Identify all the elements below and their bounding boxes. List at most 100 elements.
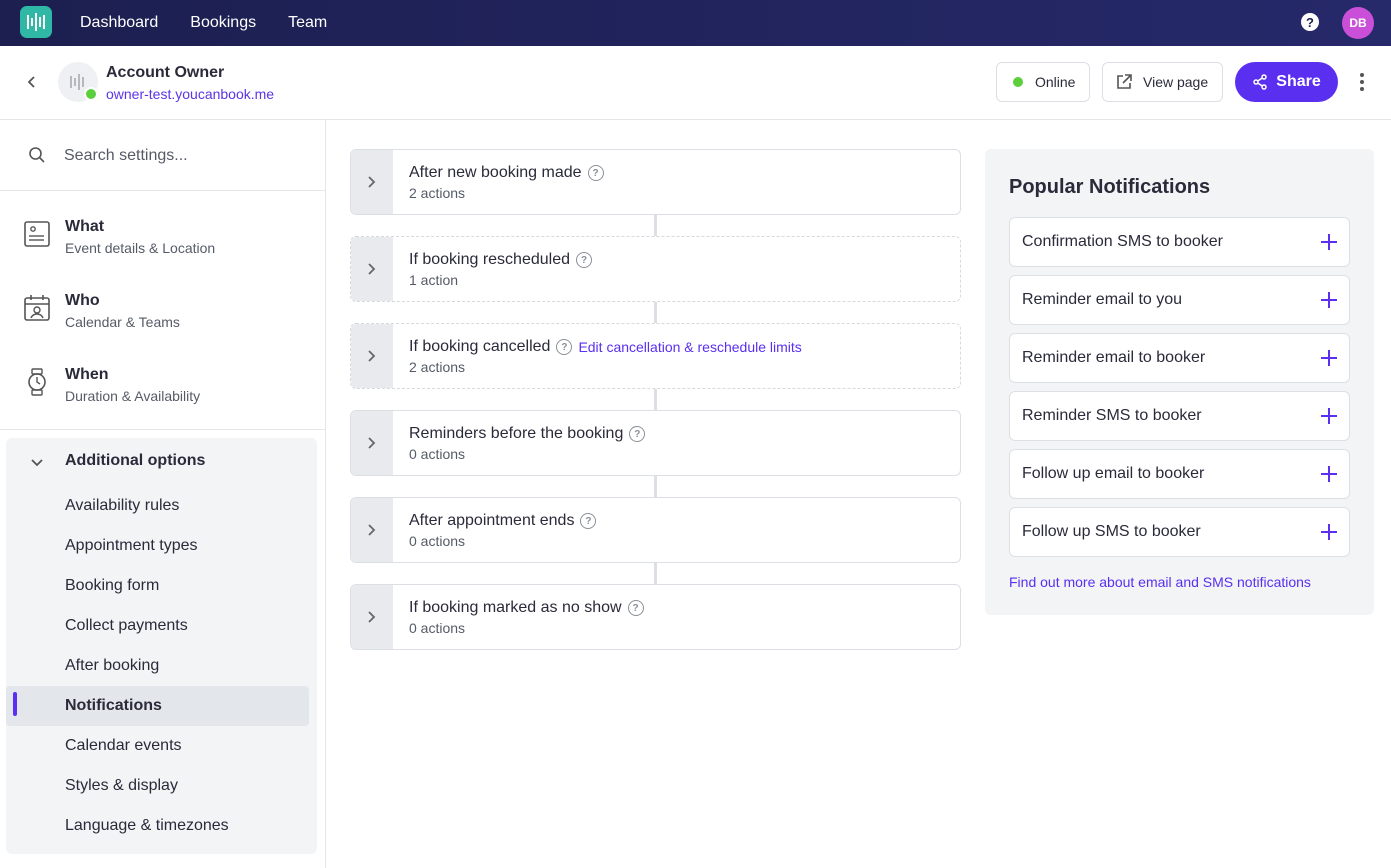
sidebar-subitem-booking-form[interactable]: Booking form (6, 566, 309, 606)
additional-options-toggle[interactable]: Additional options (30, 452, 205, 470)
sidebar-subitem-notifications[interactable]: Notifications (6, 686, 309, 726)
plus-icon[interactable] (1320, 465, 1338, 483)
popular-item-followup-email-booker[interactable]: Follow up email to booker (1009, 449, 1350, 499)
popular-notifications-panel: Popular Notifications Confirmation SMS t… (985, 149, 1374, 615)
workflow-title: Reminders before the booking (409, 425, 624, 442)
account-url-link[interactable]: owner-test.youcanbook.me (106, 86, 274, 102)
sidebar-subitem-appointment-types[interactable]: Appointment types (6, 526, 309, 566)
workflow-action-count: 0 actions (409, 533, 466, 549)
expand-chevron-icon[interactable] (351, 150, 393, 214)
popular-item-confirmation-sms[interactable]: Confirmation SMS to booker (1009, 217, 1350, 267)
expand-chevron-icon[interactable] (351, 585, 393, 649)
popular-item-reminder-email-booker[interactable]: Reminder email to booker (1009, 333, 1350, 383)
active-item-indicator (13, 692, 17, 716)
sidebar-item-title: When (65, 366, 109, 383)
plus-icon[interactable] (1320, 523, 1338, 541)
help-circle-icon[interactable]: ? (587, 165, 604, 181)
more-options-icon[interactable] (1352, 70, 1372, 94)
workflow-title: After appointment ends (409, 512, 575, 529)
form-icon (24, 221, 50, 247)
workflow-reminders-before[interactable]: Reminders before the booking? 0 actions (350, 410, 961, 476)
help-circle-icon[interactable]: ? (580, 513, 597, 529)
popular-item-reminder-email-you[interactable]: Reminder email to you (1009, 275, 1350, 325)
sidebar-item-title: What (65, 218, 105, 235)
help-circle-icon[interactable]: ? (556, 339, 573, 355)
app-logo-icon[interactable] (20, 6, 52, 38)
popular-item-label: Follow up email to booker (1022, 465, 1205, 482)
view-page-button[interactable]: View page (1102, 62, 1223, 102)
nav-links: Dashboard Bookings Team (80, 0, 327, 46)
workflow-after-new-booking[interactable]: After new booking made? 2 actions (350, 149, 961, 215)
popular-item-followup-sms-booker[interactable]: Follow up SMS to booker (1009, 507, 1350, 557)
workflow-no-show[interactable]: If booking marked as no show? 0 actions (350, 584, 961, 650)
workflow-title: If booking cancelled (409, 338, 551, 355)
nav-bookings[interactable]: Bookings (190, 14, 256, 32)
workflow-if-rescheduled[interactable]: If booking rescheduled? 1 action (350, 236, 961, 302)
plus-icon[interactable] (1320, 407, 1338, 425)
help-circle-icon[interactable]: ? (627, 600, 644, 616)
popular-item-label: Follow up SMS to booker (1022, 523, 1201, 540)
sidebar-subitem-calendar-events[interactable]: Calendar events (6, 726, 309, 766)
help-circle-icon[interactable]: ? (629, 426, 646, 442)
workflow-connector (654, 563, 657, 585)
user-avatar[interactable]: DB (1342, 7, 1374, 39)
share-label: Share (1276, 73, 1321, 90)
workflow-if-cancelled[interactable]: If booking cancelled? Edit cancellation &… (350, 323, 961, 389)
nav-dashboard[interactable]: Dashboard (80, 14, 158, 32)
popular-item-reminder-sms-booker[interactable]: Reminder SMS to booker (1009, 391, 1350, 441)
edit-cancellation-limits-link[interactable]: Edit cancellation & reschedule limits (578, 339, 801, 355)
sidebar-subitem-collect-payments[interactable]: Collect payments (6, 606, 309, 646)
sidebar-item-title: Who (65, 292, 100, 309)
back-chevron-icon[interactable] (20, 70, 44, 94)
share-button[interactable]: Share (1235, 62, 1338, 102)
sidebar-subitem-availability-rules[interactable]: Availability rules (6, 486, 309, 526)
external-link-icon (1117, 74, 1132, 89)
workflow-action-count: 1 action (409, 272, 459, 288)
sidebar-item-subtitle: Event details & Location (65, 240, 216, 256)
popular-item-label: Confirmation SMS to booker (1022, 233, 1223, 250)
settings-sidebar: What Event details & Location Who Calend… (0, 120, 326, 868)
search-bar (0, 120, 325, 191)
workflow-connector (654, 302, 657, 324)
workflow-action-count: 0 actions (409, 620, 466, 636)
sidebar-subitem-after-booking[interactable]: After booking (6, 646, 309, 686)
chevron-down-icon (31, 459, 43, 467)
view-page-label: View page (1143, 74, 1209, 90)
expand-chevron-icon[interactable] (351, 324, 393, 388)
page-header: Account Owner owner-test.youcanbook.me O… (0, 46, 1391, 120)
sidebar-item-when[interactable]: When Duration & Availability (0, 354, 325, 428)
sidebar-item-who[interactable]: Who Calendar & Teams (0, 280, 325, 354)
plus-icon[interactable] (1320, 291, 1338, 309)
popular-item-label: Reminder email to booker (1022, 349, 1206, 366)
expand-chevron-icon[interactable] (351, 411, 393, 475)
workflow-action-count: 2 actions (409, 359, 466, 375)
share-icon (1253, 74, 1268, 90)
help-icon[interactable]: ? (1301, 13, 1319, 31)
workflow-connector (654, 476, 657, 498)
contact-calendar-icon (24, 295, 50, 321)
search-icon (29, 147, 45, 163)
expand-chevron-icon[interactable] (351, 498, 393, 562)
online-status-dot (84, 87, 98, 101)
search-input[interactable] (64, 142, 304, 170)
sidebar-item-subtitle: Duration & Availability (65, 388, 201, 404)
plus-icon[interactable] (1320, 349, 1338, 367)
plus-icon[interactable] (1320, 233, 1338, 251)
nav-team[interactable]: Team (288, 14, 327, 32)
workflow-title: After new booking made (409, 164, 582, 181)
workflow-after-appointment-ends[interactable]: After appointment ends? 0 actions (350, 497, 961, 563)
workflow-title: If booking rescheduled (409, 251, 570, 268)
sidebar-divider (0, 429, 325, 430)
sidebar-subitem-language-timezones[interactable]: Language & timezones (6, 806, 309, 846)
help-circle-icon[interactable]: ? (576, 252, 592, 268)
top-nav: Dashboard Bookings Team ? DB (0, 0, 1391, 46)
workflow-connector (654, 389, 657, 411)
sidebar-item-what[interactable]: What Event details & Location (0, 206, 325, 280)
workflow-action-count: 0 actions (409, 446, 466, 462)
expand-chevron-icon[interactable] (351, 237, 393, 301)
notifications-info-link[interactable]: Find out more about email and SMS notifi… (1009, 574, 1311, 590)
workflow-title: If booking marked as no show (409, 599, 622, 616)
popular-item-label: Reminder SMS to booker (1022, 407, 1202, 424)
online-status-button[interactable]: Online (996, 62, 1090, 102)
sidebar-subitem-styles-display[interactable]: Styles & display (6, 766, 309, 806)
